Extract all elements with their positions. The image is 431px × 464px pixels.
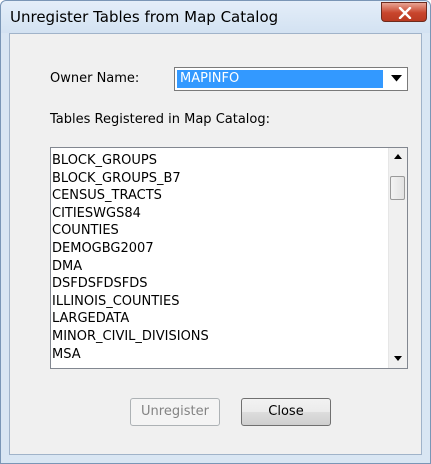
scroll-down-button[interactable] [389,350,407,368]
list-item[interactable]: DSFDSFDSFDS [51,275,387,293]
list-item[interactable]: MSA [51,346,387,364]
owner-name-label: Owner Name: [50,71,140,86]
window-title: Unregister Tables from Map Catalog [10,8,279,26]
vertical-scrollbar[interactable] [388,148,407,368]
scroll-thumb[interactable] [390,176,405,200]
tables-listbox[interactable]: BLOCK_GROUPS BLOCK_GROUPS_B7 CENSUS_TRAC… [50,147,408,369]
tables-registered-label: Tables Registered in Map Catalog: [50,112,270,127]
list-item[interactable]: LARGEDATA [51,310,387,328]
list-item[interactable]: BLOCK_GROUPS [51,152,387,170]
unregister-button[interactable]: Unregister [130,398,220,426]
scroll-up-button[interactable] [389,148,407,166]
list-item[interactable]: CENSUS_TRACTS [51,187,387,205]
dialog-window: Unregister Tables from Map Catalog Owner… [0,0,431,464]
list-item[interactable]: BLOCK_GROUPS_B7 [51,170,387,188]
triangle-up-icon [394,154,402,159]
owner-name-value: MAPINFO [177,70,383,88]
list-item[interactable]: MINOR_CIVIL_DIVISIONS [51,328,387,346]
title-bar[interactable]: Unregister Tables from Map Catalog [1,1,430,33]
list-item[interactable]: DEMOGBG2007 [51,240,387,258]
close-button[interactable]: Close [241,398,331,426]
list-item[interactable]: ILLINOIS_COUNTIES [51,293,387,311]
owner-name-dropdown[interactable]: MAPINFO [174,67,408,91]
triangle-down-icon [394,356,402,361]
close-icon [398,7,412,19]
list-item[interactable]: CITIESWGS84 [51,205,387,223]
window-close-button[interactable] [381,2,427,22]
dialog-body: Owner Name: MAPINFO Tables Registered in… [9,33,422,455]
list-item[interactable]: COUNTIES [51,222,387,240]
tables-list: BLOCK_GROUPS BLOCK_GROUPS_B7 CENSUS_TRAC… [51,152,387,363]
list-item[interactable]: DMA [51,258,387,276]
triangle-down-icon [391,75,402,82]
dropdown-button[interactable] [388,69,406,89]
